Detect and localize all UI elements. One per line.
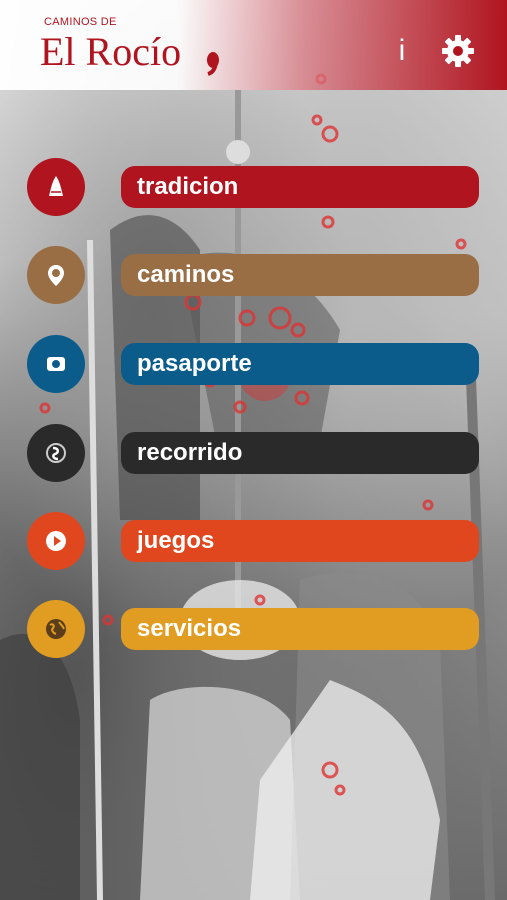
menu-item-caminos[interactable]: caminos [27,246,479,304]
menu-label: juegos [137,527,215,554]
gear-icon[interactable] [440,33,476,69]
menu-item-tradicion[interactable]: tradicion [27,158,479,216]
play-icon[interactable] [27,512,85,570]
menu-label: recorrido [137,439,243,466]
logo-title: El Rocío [40,29,182,74]
route-icon[interactable] [27,424,85,482]
menu-label: tradicion [137,173,239,200]
caminos-button[interactable]: caminos [121,254,479,296]
logo-mark-icon [207,52,219,76]
tradicion-button[interactable]: tradicion [121,166,479,208]
menu-label: servicios [137,615,242,642]
menu-label: pasaporte [137,350,252,377]
logo-subtitle: CAMINOS DE [44,16,117,28]
app-header: CAMINOS DE El Rocío i [0,0,507,90]
juegos-button[interactable]: juegos [121,520,479,562]
bell-icon[interactable] [27,158,85,216]
globe-icon[interactable] [27,600,85,658]
passport-icon[interactable] [27,335,85,393]
location-pin-icon[interactable] [27,246,85,304]
menu-label: caminos [137,261,235,288]
menu-item-servicios[interactable]: servicios [27,600,479,658]
info-button[interactable]: i [392,34,412,68]
menu-item-juegos[interactable]: juegos [27,512,479,570]
pasaporte-button[interactable]: pasaporte [121,343,479,385]
menu-item-pasaporte[interactable]: pasaporte [27,335,479,393]
menu-item-recorrido[interactable]: recorrido [27,424,479,482]
recorrido-button[interactable]: recorrido [121,432,479,474]
servicios-button[interactable]: servicios [121,608,479,650]
